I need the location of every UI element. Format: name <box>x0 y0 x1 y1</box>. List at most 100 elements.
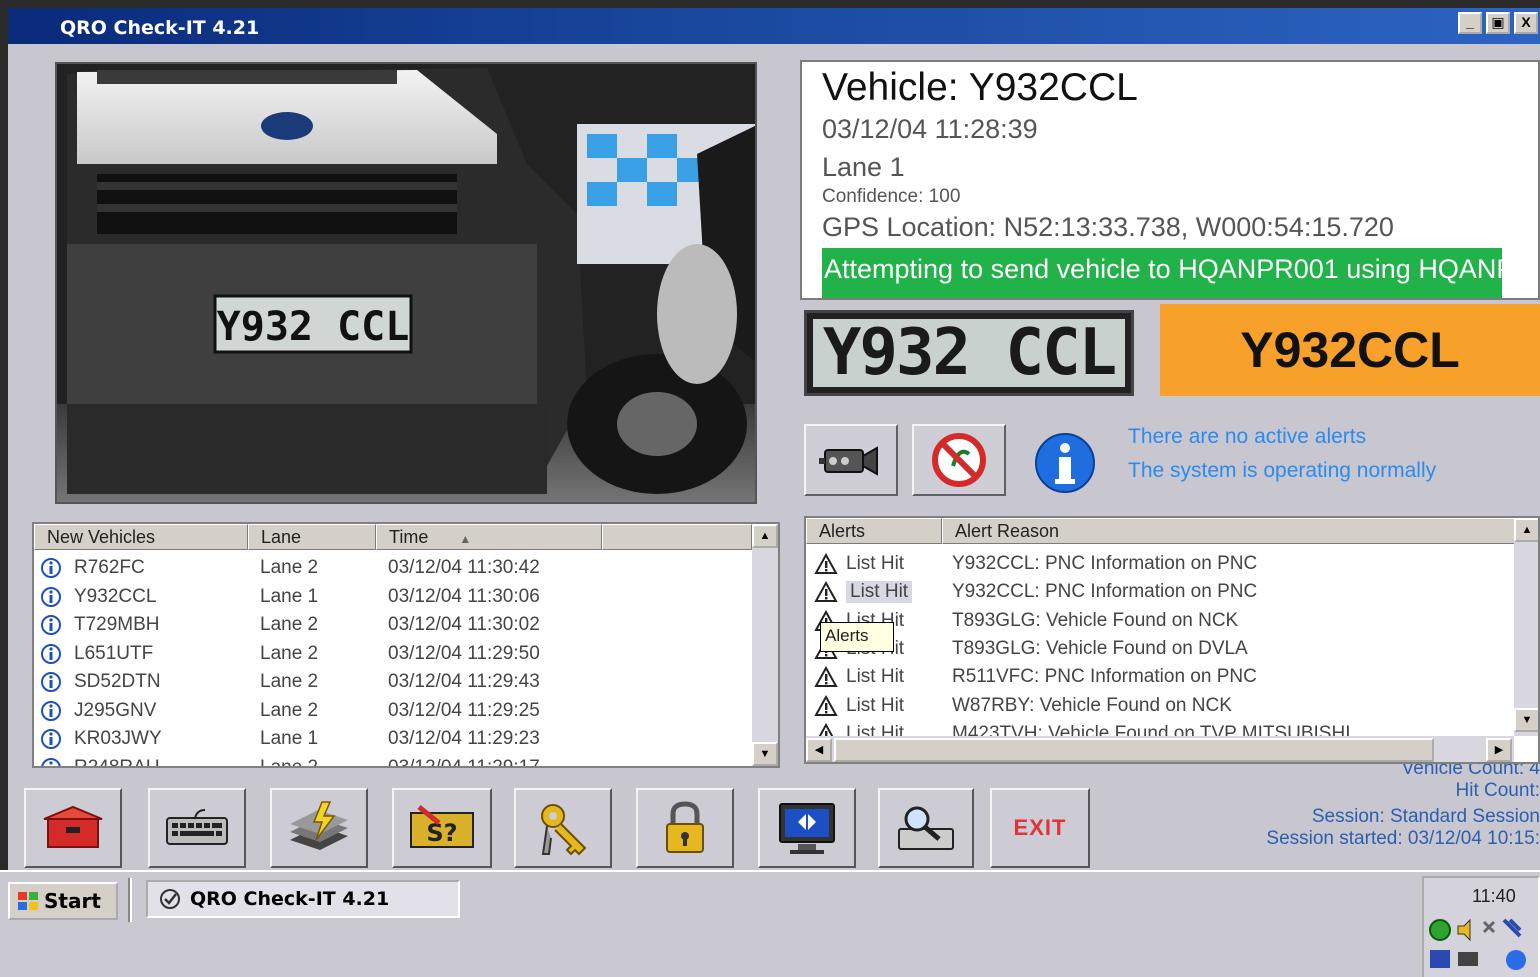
table-row[interactable]: SD52DTN Lane 2 03/12/04 11:29:43 <box>34 668 752 696</box>
vehicle-info-icon <box>40 643 62 671</box>
column-header-time-label: Time <box>389 527 429 547</box>
vehicle-lane: Lane 2 <box>260 699 319 721</box>
lock-icon <box>666 801 704 853</box>
vehicle-lane: Lane 2 <box>260 614 319 635</box>
start-button[interactable]: Start <box>8 882 118 920</box>
title-bar[interactable]: QRO Check-IT 4.21 _ ▣ X <box>8 8 1540 44</box>
table-row[interactable]: List Hit W87RBY: Vehicle Found on NCK <box>806 692 1514 720</box>
vehicle-plate: KR03JWY <box>74 728 162 749</box>
search-scanner-icon <box>898 806 954 850</box>
column-header-alert-reason[interactable]: Alert Reason <box>942 518 1522 544</box>
vehicle-lane: Lane 2 <box>260 642 319 664</box>
window-title: QRO Check-IT 4.21 <box>60 17 260 39</box>
alert-status-text: There are no active alerts <box>1128 425 1367 448</box>
table-row[interactable]: List HitT893GLG: Vehicle Found on DVLA <box>806 635 1514 663</box>
scroll-up-arrow[interactable]: ▲ <box>752 524 778 548</box>
toolbox-button[interactable] <box>24 788 122 868</box>
vehicle-info-icon <box>40 757 62 766</box>
database-button[interactable] <box>270 788 368 868</box>
alerts-scrollbar-vertical[interactable]: ▲ ▼ <box>1514 518 1538 736</box>
keyboard-button[interactable] <box>148 788 246 868</box>
info-icon[interactable] <box>1034 432 1096 494</box>
table-row[interactable]: J295GNV Lane 2 03/12/04 11:29:25 <box>34 697 752 725</box>
vehicle-time: 03/12/04 11:29:23 <box>388 728 540 749</box>
alerts-tooltip: Alerts <box>820 622 894 652</box>
scroll-down-arrow[interactable]: ▼ <box>752 742 778 766</box>
table-row[interactable]: R762FC Lane 2 03/12/04 11:30:42 <box>34 554 752 582</box>
alert-type: List Hit <box>846 581 913 604</box>
table-row[interactable]: List Hit R511VFC: PNC Information on PNC <box>806 663 1514 691</box>
lock-button[interactable] <box>636 788 734 868</box>
keys-button[interactable] <box>514 788 612 868</box>
table-row[interactable]: List Hit Y932CCL: PNC Information on PNC <box>806 578 1514 606</box>
plate-image-text: Y932 CCL <box>822 316 1117 390</box>
database-icon <box>290 801 348 850</box>
svg-text:S?: S? <box>426 819 457 847</box>
app-icon <box>160 889 180 909</box>
vehicle-plate: J295GNV <box>74 699 157 721</box>
vehicle-lane: Lane 2 <box>260 557 319 578</box>
taskbar-app-item[interactable]: QRO Check-IT 4.21 <box>146 880 460 918</box>
alert-reason: T893GLG: Vehicle Found on DVLA <box>952 637 1248 659</box>
table-row[interactable]: List Hit T893GLG: Vehicle Found on NCK <box>806 607 1514 635</box>
monitor-button[interactable] <box>758 788 856 868</box>
taskbar-divider <box>128 878 132 922</box>
search-scanner-button[interactable] <box>878 788 974 868</box>
windows-logo-icon <box>18 892 38 910</box>
alert-type: List Hit <box>846 553 905 574</box>
vehicle-lane: Lane 1 <box>260 585 319 607</box>
alerts-list[interactable]: Alerts Alert Reason List Hit Y932CCL: PNC… <box>804 516 1540 764</box>
system-tray: 11:40 <box>1422 876 1540 977</box>
table-row[interactable]: L651UTF Lane 2 03/12/04 11:29:50 <box>34 640 752 668</box>
table-row[interactable]: KR03JWY Lane 1 03/12/04 11:29:23 <box>34 725 752 753</box>
column-header-alerts[interactable]: Alerts <box>806 518 942 544</box>
vehicle-info-icon <box>40 700 62 728</box>
hit-count: Hit Count: <box>1455 780 1540 801</box>
alerts-scrollbar-horizontal[interactable]: ◀ ▶ <box>806 736 1514 762</box>
vehicle-confidence: Confidence: 100 <box>822 186 961 207</box>
clock[interactable]: 11:40 <box>1472 886 1516 907</box>
prohibited-icon <box>932 433 986 487</box>
new-vehicles-list[interactable]: New Vehicles Lane Time ▲ R762FC Lane 2 03/… <box>32 522 780 768</box>
keys-icon <box>541 804 587 856</box>
keyboard-icon <box>166 809 228 845</box>
send-status-text: Attempting to send vehicle to HQANPR001 … <box>824 254 1502 284</box>
alerts-scroll-left-arrow[interactable]: ◀ <box>806 738 832 762</box>
taskbar: Start QRO Check-IT 4.21 11:40 <box>0 870 1540 977</box>
vehicle-plate: T729MBH <box>74 614 160 635</box>
close-button[interactable]: X <box>1514 12 1538 34</box>
vehicle-time: 03/12/04 11:29:43 <box>388 671 540 692</box>
vehicle-gps: GPS Location: N52:13:33.738, W000:54:15.… <box>822 212 1394 242</box>
alerts-scroll-thumb[interactable] <box>834 738 1434 762</box>
camera-plate-text: Y932 CCL <box>217 304 410 350</box>
no-alerts-button[interactable] <box>912 424 1006 496</box>
table-row[interactable]: Y932CCL Lane 1 03/12/04 11:30:06 <box>34 583 752 611</box>
warning-icon <box>814 694 838 723</box>
alerts-scroll-down-arrow[interactable]: ▼ <box>1514 708 1538 732</box>
column-header-vehicles[interactable]: New Vehicles <box>34 524 248 550</box>
warning-icon <box>814 581 838 609</box>
minimize-button[interactable]: _ <box>1458 12 1482 34</box>
vehicles-scrollbar[interactable]: ▲ ▼ <box>752 524 778 766</box>
plate-image: Y932 CCL <box>804 310 1134 396</box>
table-row[interactable]: R248RAU Lane 2 03/12/04 11:29:17 <box>34 754 752 766</box>
exit-button[interactable]: EXIT <box>990 788 1090 868</box>
table-row[interactable]: List Hit Y932CCL: PNC Information on PNC <box>806 550 1514 578</box>
vehicle-title: Vehicle: Y932CCL <box>822 66 1138 109</box>
alerts-scroll-right-arrow[interactable]: ▶ <box>1486 738 1512 762</box>
toolbox-icon <box>43 805 103 848</box>
maximize-button[interactable]: ▣ <box>1486 12 1510 34</box>
column-header-lane[interactable]: Lane <box>248 524 376 550</box>
column-header-time[interactable]: Time ▲ <box>376 524 602 550</box>
vehicle-time: 03/12/04 11:30:42 <box>388 557 540 578</box>
vehicle-info-panel: Vehicle: Y932CCL 03/12/04 11:28:39 Lane … <box>800 60 1540 300</box>
vehicle-plate: L651UTF <box>74 642 154 664</box>
vehicle-info-icon <box>40 671 62 699</box>
sign-button[interactable]: S? <box>392 788 492 868</box>
system-status-text: The system is operating normally <box>1128 459 1437 482</box>
camera-button[interactable] <box>804 424 898 496</box>
table-row[interactable]: T729MBH Lane 2 03/12/04 11:30:02 <box>34 611 752 639</box>
alerts-scroll-up-arrow[interactable]: ▲ <box>1514 518 1538 542</box>
vehicle-time: 03/12/04 11:29:50 <box>388 642 540 664</box>
vehicle-info-icon <box>40 728 62 756</box>
